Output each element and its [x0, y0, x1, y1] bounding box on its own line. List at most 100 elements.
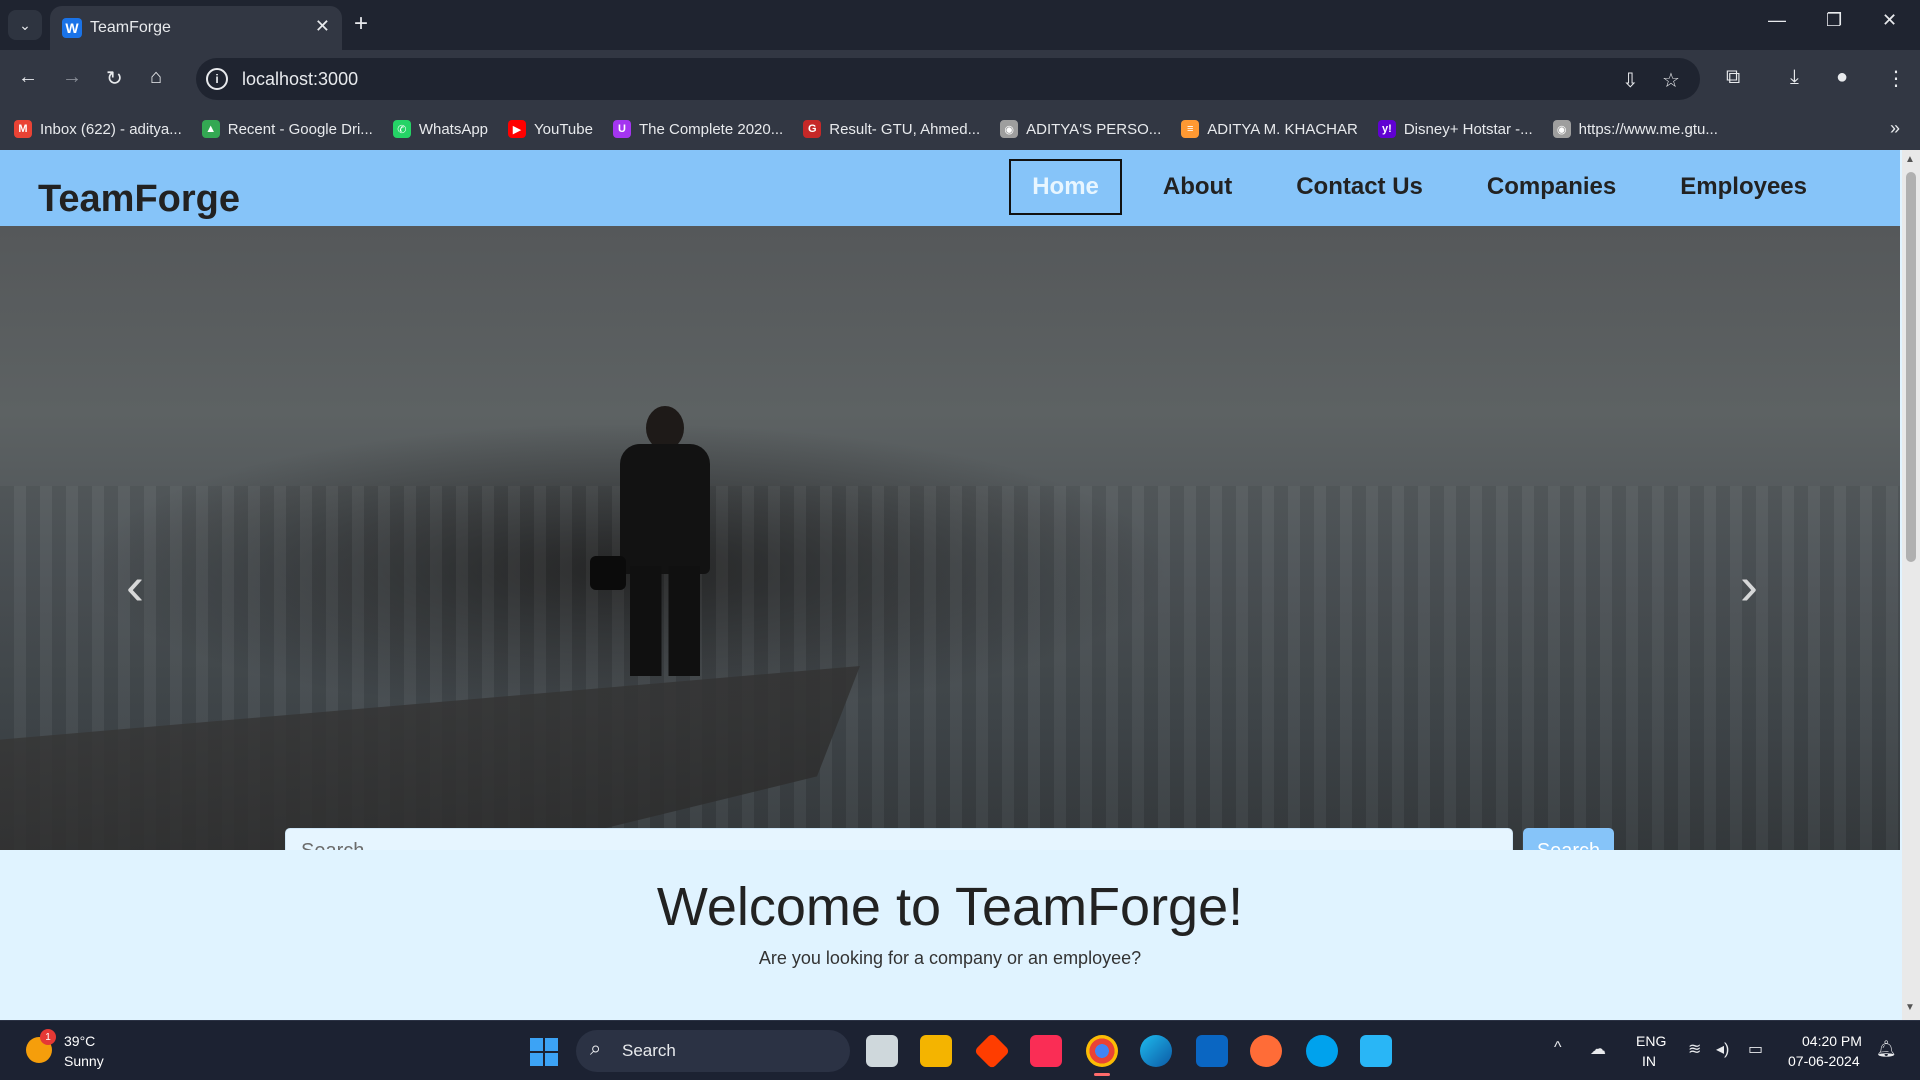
- globe-icon: ◉: [1552, 120, 1571, 138]
- notepad-icon[interactable]: [1360, 1035, 1392, 1067]
- address-bar[interactable]: i localhost:3000 ⇩ ☆: [196, 58, 1700, 100]
- nav-link-about[interactable]: About: [1140, 159, 1255, 215]
- postman-icon[interactable]: [1250, 1035, 1282, 1067]
- bookmark-star-icon[interactable]: ☆: [1662, 68, 1680, 93]
- extensions-icon[interactable]: ⧉: [1726, 66, 1740, 89]
- bookmark-label: Recent - Google Dri...: [227, 120, 373, 138]
- install-app-icon[interactable]: ⇩: [1622, 68, 1639, 93]
- taskbar-search[interactable]: ⌕ Search: [576, 1030, 850, 1072]
- globe-icon: ◉: [1000, 120, 1019, 138]
- clock-date[interactable]: 07-06-2024: [1788, 1053, 1860, 1069]
- app-red-diamond-icon[interactable]: [973, 1032, 1011, 1070]
- bookmark-item[interactable]: U The Complete 2020...: [612, 120, 784, 138]
- bookmark-label: Result- GTU, Ahmed...: [829, 120, 981, 138]
- bookmark-item[interactable]: G Result- GTU, Ahmed...: [803, 120, 980, 138]
- bookmark-item[interactable]: ≡ ADITYA M. KHACHAR: [1181, 120, 1358, 138]
- nav-link-home[interactable]: Home: [1009, 159, 1122, 215]
- site-nav-links: Home About Contact Us Companies Employees: [991, 159, 1830, 215]
- bookmark-item[interactable]: ✆ WhatsApp: [392, 120, 489, 138]
- minimize-icon[interactable]: —: [1768, 10, 1786, 31]
- nav-link-contact-us[interactable]: Contact Us: [1273, 159, 1446, 215]
- weather-temp[interactable]: 39°C: [64, 1033, 95, 1049]
- bookmark-item[interactable]: M Inbox (622) - aditya...: [14, 120, 182, 138]
- tab-close-icon[interactable]: ✕: [315, 16, 330, 37]
- hero-carousel: ‹ ›: [0, 226, 1900, 850]
- figure-body: [620, 444, 710, 574]
- windows-start-icon[interactable]: [530, 1038, 558, 1066]
- whatsapp-icon: ✆: [392, 120, 411, 138]
- close-window-icon[interactable]: ✕: [1882, 10, 1897, 31]
- weather-badge: 1: [40, 1029, 56, 1045]
- skype-icon[interactable]: [1306, 1035, 1338, 1067]
- clock-time[interactable]: 04:20 PM: [1802, 1033, 1862, 1049]
- forward-icon[interactable]: →: [62, 66, 82, 89]
- browser-tab[interactable]: W TeamForge ✕: [50, 6, 342, 50]
- file-explorer-icon[interactable]: [920, 1035, 952, 1067]
- language-label[interactable]: ENG: [1636, 1033, 1666, 1049]
- bookmark-label: The Complete 2020...: [638, 120, 784, 138]
- bookmark-label: WhatsApp: [418, 120, 489, 138]
- bookmark-item[interactable]: ▲ Recent - Google Dri...: [201, 120, 373, 138]
- bookmark-item[interactable]: y! Disney+ Hotstar -...: [1377, 120, 1533, 138]
- bookmark-label: Inbox (622) - aditya...: [40, 120, 182, 138]
- page-scrollbar[interactable]: ▲ ▼: [1902, 150, 1920, 1020]
- nav-link-companies[interactable]: Companies: [1464, 159, 1639, 215]
- nav-link-employees[interactable]: Employees: [1657, 159, 1830, 215]
- bookmark-item[interactable]: ◉ ADITYA'S PERSO...: [1000, 120, 1161, 138]
- edge-icon[interactable]: [1140, 1035, 1172, 1067]
- welcome-title: Welcome to TeamForge!: [656, 877, 1244, 937]
- restore-icon[interactable]: ❐: [1826, 10, 1842, 31]
- browser-menu-icon[interactable]: ⋮: [1886, 66, 1906, 91]
- downloads-icon[interactable]: ⤓: [1790, 66, 1799, 89]
- carousel-next-icon[interactable]: ›: [1740, 556, 1758, 616]
- more-bookmarks-icon[interactable]: »: [1890, 118, 1900, 139]
- bookmark-label: ADITYA'S PERSO...: [1026, 120, 1162, 138]
- browser-toolbar: ← → ↻ ⌂ i localhost:3000 ⇩ ☆ ⧉ ⤓ ● ⋮: [0, 50, 1920, 108]
- windows-taskbar: 1 39°C Sunny ⌕ Search ^ ☁ ENG IN ≋ ◂) ▭ …: [0, 1020, 1920, 1080]
- site-brand[interactable]: TeamForge: [38, 178, 240, 221]
- scroll-up-icon[interactable]: ▲: [1905, 154, 1915, 165]
- taskbar-search-label: Search: [622, 1041, 676, 1060]
- carousel-prev-icon[interactable]: ‹: [126, 556, 144, 616]
- region-label[interactable]: IN: [1642, 1053, 1656, 1069]
- udemy-icon: U: [612, 120, 631, 138]
- battery-icon[interactable]: ▭: [1748, 1039, 1763, 1059]
- address-url[interactable]: localhost:3000: [242, 69, 358, 90]
- task-view-icon[interactable]: [866, 1035, 898, 1067]
- profile-avatar-icon[interactable]: ●: [1836, 66, 1848, 89]
- bookmark-label: YouTube: [534, 120, 593, 138]
- bookmark-label: https://www.me.gtu...: [1578, 120, 1718, 138]
- site-navbar: TeamForge Home About Contact Us Companies Em…: [0, 150, 1900, 226]
- back-icon[interactable]: ←: [18, 66, 38, 89]
- new-tab-button[interactable]: +: [354, 10, 368, 38]
- bookmark-item[interactable]: ▶ YouTube: [508, 120, 593, 138]
- tray-chevron-up-icon[interactable]: ^: [1554, 1039, 1562, 1057]
- welcome-section: Welcome to TeamForge! Are you looking fo…: [0, 850, 1900, 1020]
- chrome-icon[interactable]: [1086, 1035, 1118, 1067]
- welcome-subtitle: Are you looking for a company or an empl…: [758, 948, 1142, 968]
- scrollbar-thumb[interactable]: [1906, 172, 1916, 562]
- gtu-icon: G: [803, 120, 822, 138]
- apple-music-icon[interactable]: [1030, 1035, 1062, 1067]
- onedrive-error-icon[interactable]: ☁: [1590, 1039, 1606, 1059]
- tab-favicon-icon: W: [62, 18, 82, 38]
- gmail-icon: M: [14, 120, 32, 138]
- youtube-icon: ▶: [508, 120, 527, 138]
- volume-icon[interactable]: ◂): [1716, 1039, 1729, 1059]
- notifications-bell-icon[interactable]: 🔔︎: [1876, 1039, 1896, 1059]
- tab-search-button[interactable]: ⌄: [8, 10, 42, 40]
- hero-businessman-figure: [590, 406, 740, 676]
- chrome-active-indicator: [1094, 1073, 1110, 1076]
- google-drive-icon: ▲: [201, 120, 220, 138]
- scroll-down-icon[interactable]: ▼: [1905, 1002, 1915, 1013]
- bookmark-label: Disney+ Hotstar -...: [1403, 120, 1533, 138]
- weather-desc[interactable]: Sunny: [64, 1053, 104, 1069]
- tab-title: TeamForge: [90, 19, 171, 36]
- bookmark-item[interactable]: ◉ https://www.me.gtu...: [1552, 120, 1718, 138]
- reload-icon[interactable]: ↻: [106, 66, 123, 91]
- browser-tab-bar: ⌄ W TeamForge ✕ + — ❐ ✕: [0, 0, 1920, 50]
- site-info-icon[interactable]: i: [206, 68, 228, 90]
- wifi-icon[interactable]: ≋: [1688, 1039, 1701, 1059]
- vscode-icon[interactable]: [1196, 1035, 1228, 1067]
- home-icon[interactable]: ⌂: [150, 66, 162, 89]
